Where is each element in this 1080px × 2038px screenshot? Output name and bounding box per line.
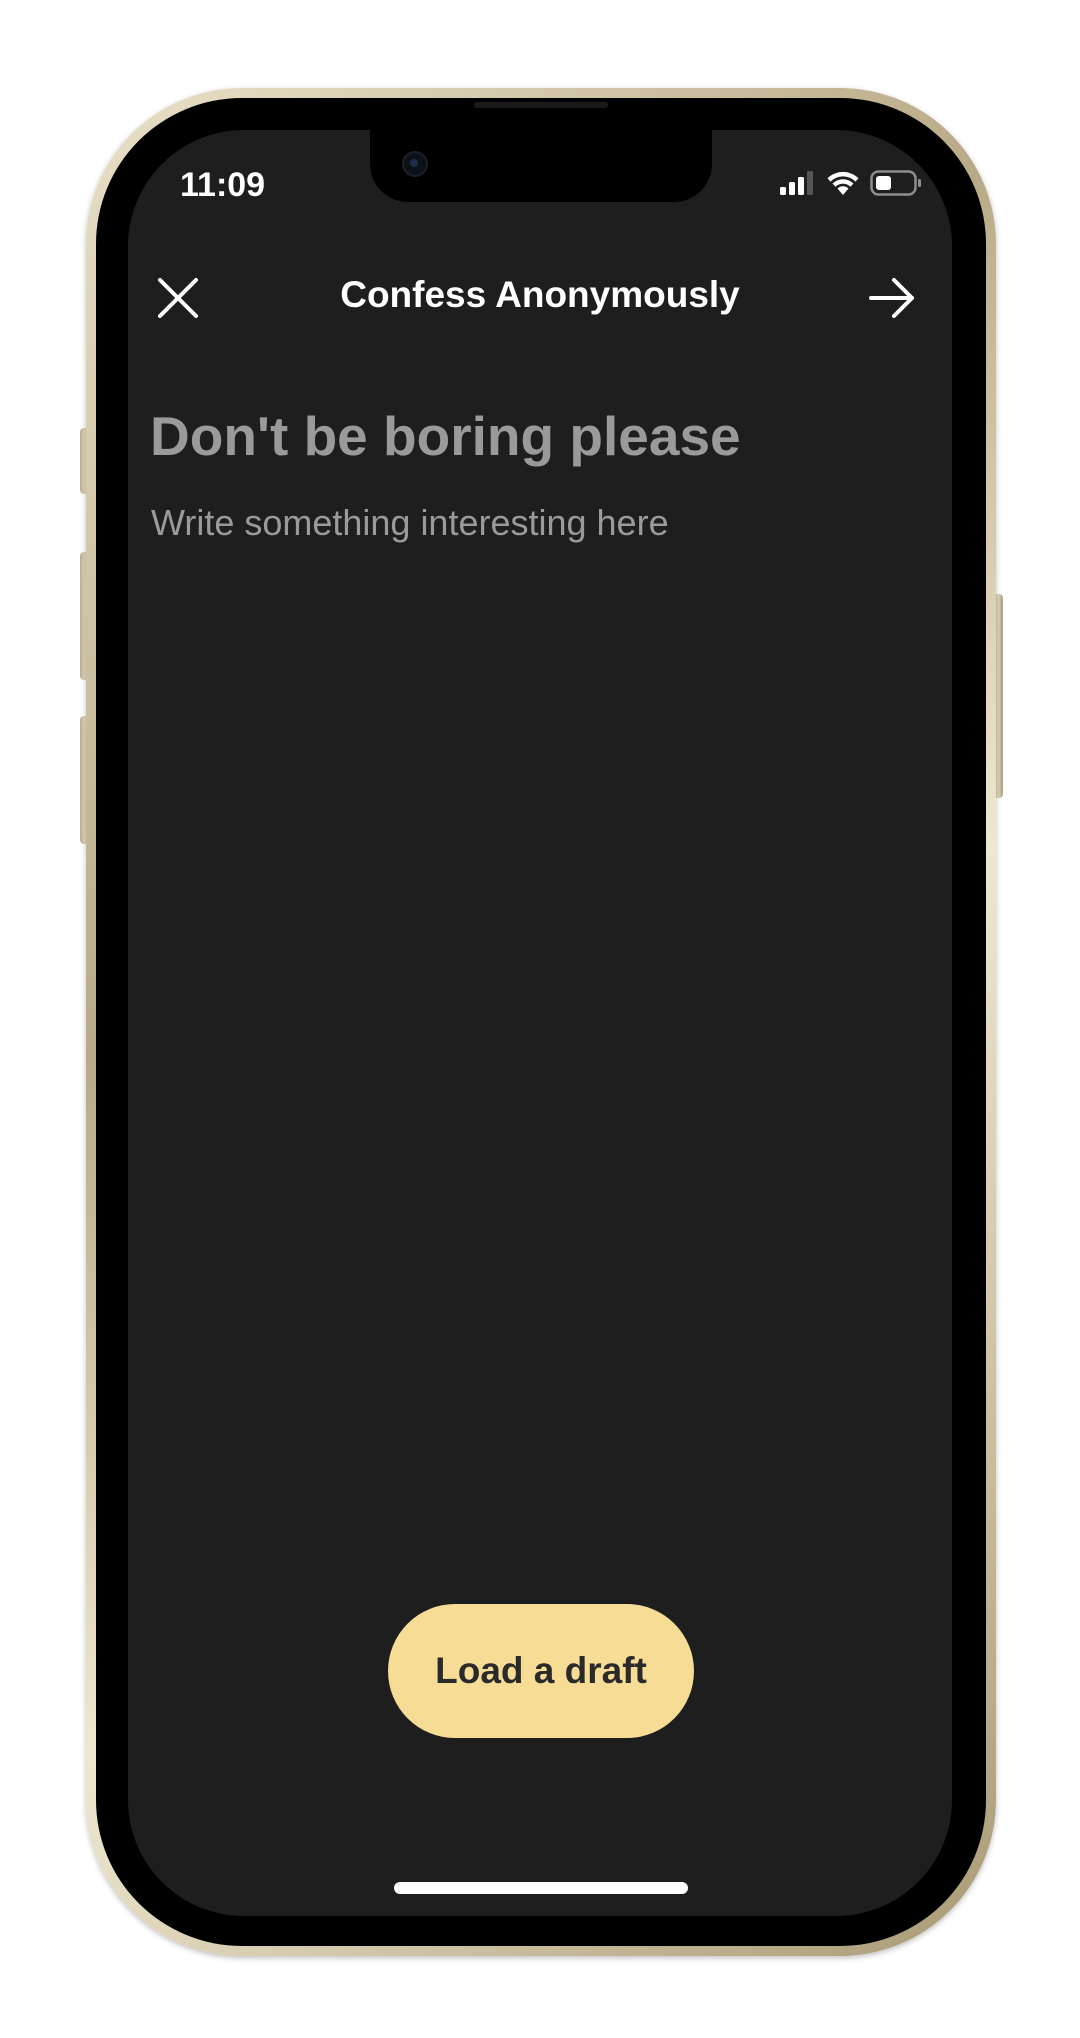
front-camera — [402, 151, 428, 177]
confession-body-input[interactable]: Write something interesting here — [151, 502, 921, 544]
confession-title-input[interactable]: Don't be boring please — [150, 404, 920, 468]
page-title: Confess Anonymously — [340, 274, 740, 315]
status-icons — [780, 170, 922, 196]
cellular-signal-icon — [780, 171, 813, 195]
load-draft-button[interactable]: Load a draft — [388, 1604, 694, 1738]
wifi-icon — [827, 171, 859, 195]
device-stage: 11:09 Confess Anonymously Don't be borin… — [0, 0, 1080, 2038]
home-indicator[interactable] — [394, 1882, 688, 1894]
status-time: 11:09 — [180, 166, 266, 204]
close-button[interactable] — [156, 276, 200, 320]
next-button[interactable] — [868, 276, 916, 320]
arrow-right-icon — [869, 278, 914, 318]
battery-icon — [870, 170, 921, 196]
earpiece-speaker — [474, 102, 608, 108]
close-icon — [158, 278, 198, 318]
